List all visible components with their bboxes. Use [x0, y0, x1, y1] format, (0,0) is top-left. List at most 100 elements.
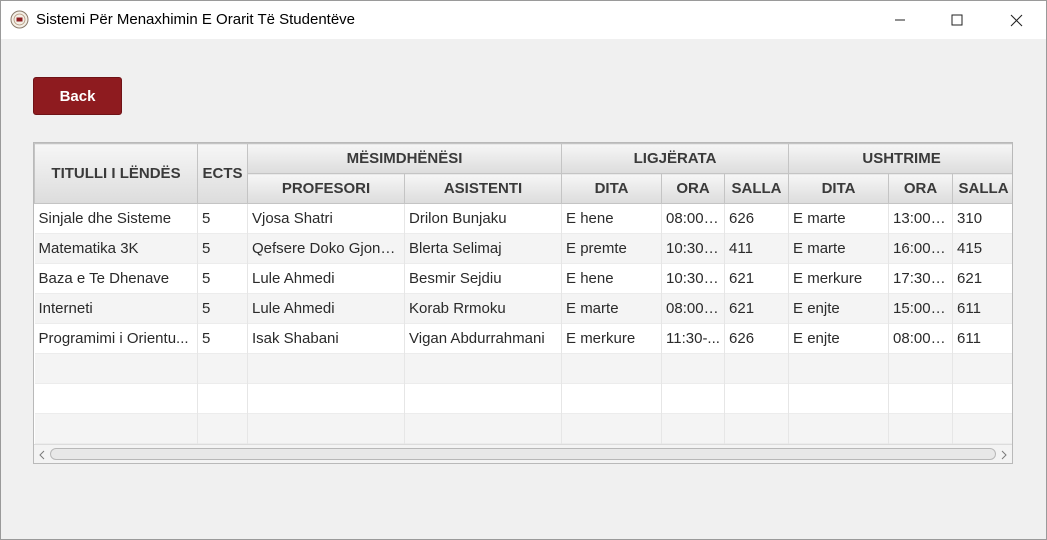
cell-ects[interactable] — [197, 353, 248, 384]
cell-ushtrime-ora[interactable]: 13:00-... — [888, 203, 954, 234]
cell-ligjerata-ora[interactable]: 10:30-... — [661, 263, 726, 294]
cell-asistenti[interactable]: Drilon Bunjaku — [404, 203, 563, 234]
cell-ects[interactable]: 5 — [197, 323, 248, 354]
cell-titulli[interactable]: Interneti — [34, 293, 198, 324]
cell-ligjerata-salla[interactable] — [724, 413, 790, 444]
cell-titulli[interactable] — [34, 383, 198, 414]
cell-ligjerata-salla[interactable]: 411 — [724, 233, 790, 264]
cell-ligjerata-dita[interactable] — [561, 353, 663, 384]
cell-ushtrime-ora[interactable]: 16:00-... — [888, 233, 954, 264]
back-button[interactable]: Back — [33, 77, 122, 115]
cell-asistenti[interactable] — [404, 413, 563, 444]
cell-ushtrime-salla[interactable] — [952, 383, 1012, 414]
header-ushtrime-ora[interactable]: ORA — [888, 173, 954, 204]
table-row[interactable]: Sinjale dhe Sisteme 5 Vjosa Shatri Drilon B… — [34, 203, 1012, 234]
scroll-right-icon[interactable] — [999, 448, 1009, 460]
cell-asistenti[interactable] — [404, 353, 563, 384]
cell-ushtrime-ora[interactable]: 15:00-... — [888, 293, 954, 324]
cell-profesori[interactable]: Lule Ahmedi — [247, 293, 405, 324]
cell-ushtrime-salla[interactable] — [952, 413, 1012, 444]
cell-ushtrime-ora[interactable] — [888, 413, 954, 444]
cell-ligjerata-dita[interactable]: E merkure — [561, 323, 663, 354]
cell-ligjerata-dita[interactable]: E hene — [561, 203, 663, 234]
cell-profesori[interactable] — [247, 383, 405, 414]
cell-asistenti[interactable]: Korab Rrmoku — [404, 293, 563, 324]
cell-ligjerata-dita[interactable] — [561, 413, 663, 444]
header-ushtrime-salla[interactable]: SALLA — [952, 173, 1012, 204]
cell-ects[interactable]: 5 — [197, 293, 248, 324]
cell-ects[interactable]: 5 — [197, 233, 248, 264]
cell-ligjerata-ora[interactable] — [661, 413, 726, 444]
cell-ligjerata-ora[interactable]: 11:30-... — [661, 323, 726, 354]
cell-ligjerata-ora[interactable]: 10:30-... — [661, 233, 726, 264]
cell-ushtrime-dita[interactable]: E enjte — [788, 323, 890, 354]
table-row[interactable] — [34, 413, 1012, 444]
schedule-table[interactable]: TITULLI I LËNDËS ECTS MËSIMDHËNËSI LIGJË… — [33, 142, 1013, 464]
cell-ushtrime-salla[interactable]: 611 — [952, 293, 1012, 324]
scrollbar-thumb[interactable] — [50, 448, 996, 460]
cell-ushtrime-ora[interactable] — [888, 383, 954, 414]
cell-titulli[interactable] — [34, 353, 198, 384]
cell-titulli[interactable] — [34, 413, 198, 444]
minimize-button[interactable] — [877, 1, 923, 39]
header-ects[interactable]: ECTS — [197, 143, 248, 204]
horizontal-scrollbar[interactable] — [34, 444, 1012, 463]
cell-ligjerata-salla[interactable] — [724, 353, 790, 384]
table-row[interactable]: Interneti 5 Lule Ahmedi Korab Rrmoku E marte… — [34, 293, 1012, 324]
cell-ligjerata-salla[interactable]: 626 — [724, 323, 790, 354]
cell-asistenti[interactable]: Blerta Selimaj — [404, 233, 563, 264]
cell-asistenti[interactable] — [404, 383, 563, 414]
cell-ushtrime-dita[interactable]: E enjte — [788, 293, 890, 324]
cell-ligjerata-ora[interactable]: 08:00-... — [661, 203, 726, 234]
cell-ligjerata-salla[interactable]: 626 — [724, 203, 790, 234]
cell-profesori[interactable]: Vjosa Shatri — [247, 203, 405, 234]
cell-ushtrime-dita[interactable] — [788, 383, 890, 414]
cell-ects[interactable]: 5 — [197, 263, 248, 294]
header-titulli[interactable]: TITULLI I LËNDËS — [34, 143, 198, 204]
table-row[interactable] — [34, 383, 1012, 414]
header-profesori[interactable]: PROFESORI — [247, 173, 405, 204]
table-row[interactable]: Programimi i Orientu... 5 Isak Shabani Viga… — [34, 323, 1012, 354]
maximize-button[interactable] — [934, 1, 980, 39]
cell-ushtrime-ora[interactable]: 08:00-... — [888, 323, 954, 354]
cell-ushtrime-salla[interactable]: 415 — [952, 233, 1012, 264]
cell-ligjerata-dita[interactable]: E marte — [561, 293, 663, 324]
cell-ligjerata-ora[interactable] — [661, 353, 726, 384]
scroll-left-icon[interactable] — [37, 448, 47, 460]
cell-ushtrime-salla[interactable]: 621 — [952, 263, 1012, 294]
cell-profesori[interactable]: Lule Ahmedi — [247, 263, 405, 294]
cell-profesori[interactable] — [247, 353, 405, 384]
cell-ligjerata-ora[interactable]: 08:00-... — [661, 293, 726, 324]
cell-titulli[interactable]: Baza e Te Dhenave — [34, 263, 198, 294]
cell-ushtrime-ora[interactable] — [888, 353, 954, 384]
cell-ligjerata-salla[interactable]: 621 — [724, 263, 790, 294]
header-ligjerata[interactable]: LIGJËRATA — [561, 143, 790, 174]
cell-ushtrime-dita[interactable] — [788, 353, 890, 384]
table-row[interactable] — [34, 353, 1012, 384]
header-mesimdhenesi[interactable]: MËSIMDHËNËSI — [246, 143, 563, 174]
cell-titulli[interactable]: Sinjale dhe Sisteme — [34, 203, 198, 234]
cell-ushtrime-dita[interactable] — [788, 413, 890, 444]
table-row[interactable]: Baza e Te Dhenave 5 Lule Ahmedi Besmir Sejd… — [34, 263, 1012, 294]
header-ushtrime-dita[interactable]: DITA — [788, 173, 890, 204]
cell-ligjerata-dita[interactable]: E hene — [561, 263, 663, 294]
header-ushtrime[interactable]: USHTRIME — [788, 143, 1012, 174]
cell-ushtrime-salla[interactable] — [952, 353, 1012, 384]
cell-ligjerata-salla[interactable] — [724, 383, 790, 414]
cell-ligjerata-dita[interactable] — [561, 383, 663, 414]
title-bar[interactable]: Sistemi Për Menaxhimin E Orarit Të Stude… — [1, 1, 1046, 39]
cell-ligjerata-ora[interactable] — [661, 383, 726, 414]
cell-titulli[interactable]: Programimi i Orientu... — [34, 323, 198, 354]
cell-ushtrime-ora[interactable]: 17:30-... — [888, 263, 954, 294]
cell-titulli[interactable]: Matematika 3K — [34, 233, 198, 264]
cell-ligjerata-dita[interactable]: E premte — [561, 233, 663, 264]
header-ligjerata-salla[interactable]: SALLA — [724, 173, 790, 204]
cell-ushtrime-dita[interactable]: E marte — [788, 233, 890, 264]
close-button[interactable] — [993, 1, 1039, 39]
cell-ushtrime-dita[interactable]: E merkure — [788, 263, 890, 294]
cell-ects[interactable] — [197, 413, 248, 444]
cell-ligjerata-salla[interactable]: 621 — [724, 293, 790, 324]
cell-asistenti[interactable]: Vigan Abdurrahmani — [404, 323, 563, 354]
cell-ects[interactable] — [197, 383, 248, 414]
cell-profesori[interactable]: Isak Shabani — [247, 323, 405, 354]
